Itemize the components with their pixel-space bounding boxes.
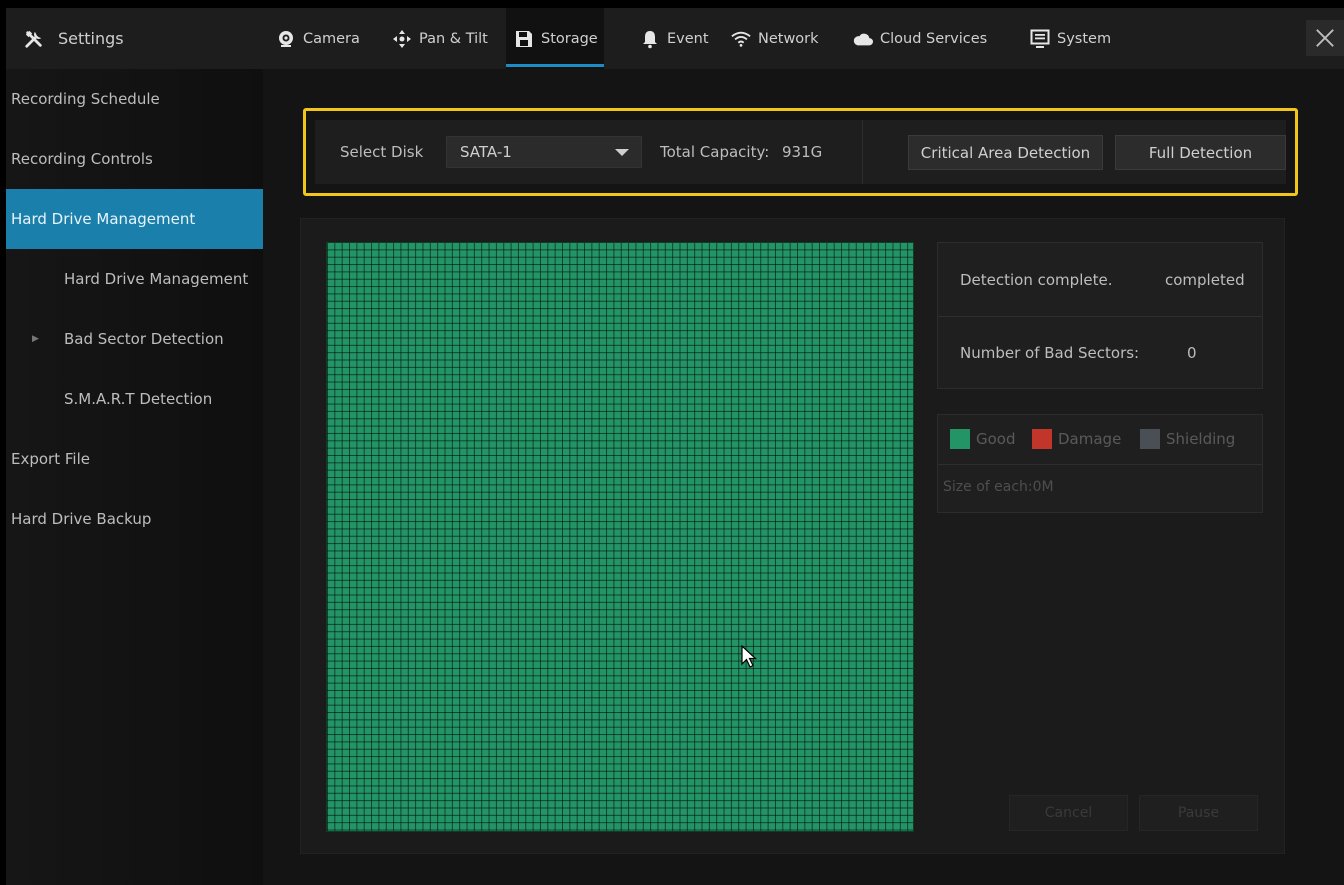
sidebar-item-hard-drive-backup[interactable]: Hard Drive Backup [6, 489, 263, 549]
bad-sectors-row: Number of Bad Sectors: 0 [938, 317, 1262, 389]
pan-tilt-icon [392, 29, 412, 49]
legend-damage-swatch [1032, 429, 1052, 449]
sidebar-item-label: Recording Schedule [11, 90, 160, 108]
critical-area-detection-button[interactable]: Critical Area Detection [908, 135, 1103, 170]
legend-good-swatch [950, 429, 970, 449]
sidebar-subitem-bad-sector-detection[interactable]: ▶ Bad Sector Detection [6, 309, 263, 369]
sidebar: Recording Schedule Recording Controls Ha… [6, 69, 263, 885]
select-disk-label: Select Disk [340, 143, 424, 161]
pause-button[interactable]: Pause [1139, 795, 1258, 831]
tab-cloud-services[interactable]: Cloud Services [853, 8, 987, 69]
storage-icon [514, 29, 534, 49]
full-detection-button[interactable]: Full Detection [1115, 135, 1286, 170]
disk-toolbar: Select Disk SATA-1 Total Capacity: 931G … [315, 120, 1286, 184]
close-button[interactable] [1306, 20, 1344, 56]
tab-network-label: Network [758, 30, 819, 47]
tab-camera[interactable]: Camera [276, 8, 360, 69]
close-icon [1315, 28, 1335, 48]
legend-shielding-label: Shielding [1166, 430, 1236, 448]
mouse-cursor-icon [741, 644, 758, 673]
caret-right-icon: ▶ [32, 334, 39, 344]
sidebar-item-label: Export File [11, 450, 90, 468]
detection-panel: Detection complete. completed Number of … [300, 218, 1285, 854]
tab-system-label: System [1057, 30, 1112, 47]
sidebar-item-label: Recording Controls [11, 150, 153, 168]
cancel-button[interactable]: Cancel [1009, 795, 1128, 831]
total-capacity-value: 931G [782, 143, 823, 161]
sidebar-item-label: Bad Sector Detection [64, 330, 224, 348]
detection-status-label: Detection complete. [960, 270, 1113, 289]
wifi-icon [731, 29, 751, 49]
settings-title: Settings [24, 8, 124, 69]
size-of-each-label: Size of each:0M [943, 479, 1054, 495]
legend-shielding-swatch [1140, 429, 1160, 449]
legend-damage-label: Damage [1058, 430, 1122, 448]
tab-pan-tilt-label: Pan & Tilt [419, 30, 488, 47]
legend-shielding: Shielding [1140, 429, 1235, 449]
sidebar-item-label: Hard Drive Backup [11, 510, 152, 528]
sidebar-item-label: S.M.A.R.T Detection [64, 390, 213, 408]
chevron-down-icon [615, 149, 629, 156]
disk-select[interactable]: SATA-1 [446, 136, 642, 168]
sidebar-subitem-hard-drive-management[interactable]: Hard Drive Management [6, 249, 263, 309]
legend-box: Good Damage Shielding Size of each:0M [937, 414, 1263, 513]
settings-label: Settings [58, 29, 124, 48]
tab-event-label: Event [667, 30, 709, 47]
bad-sectors-label: Number of Bad Sectors: [960, 344, 1140, 362]
camera-icon [276, 29, 296, 49]
tools-icon [24, 29, 44, 49]
tab-camera-label: Camera [303, 30, 360, 47]
sidebar-subitem-smart-detection[interactable]: S.M.A.R.T Detection [6, 369, 263, 429]
total-capacity-label: Total Capacity: [660, 143, 770, 161]
tab-storage[interactable]: Storage [506, 8, 604, 69]
legend-good-label: Good [976, 430, 1016, 448]
tab-network[interactable]: Network [731, 8, 819, 69]
sidebar-item-label: Hard Drive Management [64, 270, 249, 288]
monitor-icon [1030, 29, 1050, 49]
bell-icon [640, 29, 660, 49]
bad-sectors-value: 0 [1187, 344, 1197, 362]
legend-good: Good [950, 429, 1016, 449]
sector-grid-map [326, 242, 914, 832]
tab-system[interactable]: System [1030, 8, 1111, 69]
tab-pan-tilt[interactable]: Pan & Tilt [392, 8, 488, 69]
main-content: Select Disk SATA-1 Total Capacity: 931G … [263, 69, 1344, 885]
sidebar-item-label: Hard Drive Management [11, 210, 196, 228]
detection-status-box: Detection complete. completed Number of … [937, 242, 1263, 389]
tab-event[interactable]: Event [640, 8, 709, 69]
cloud-icon [853, 29, 873, 49]
disk-select-value: SATA-1 [460, 143, 512, 161]
top-nav-bar: Settings Camera Pan & Tilt Storage Event [6, 8, 1344, 69]
toolbar-divider [862, 120, 863, 184]
settings-window: Settings Camera Pan & Tilt Storage Event [6, 8, 1344, 885]
tab-cloud-services-label: Cloud Services [880, 30, 988, 47]
sidebar-item-recording-schedule[interactable]: Recording Schedule [6, 69, 263, 129]
tab-storage-label: Storage [541, 30, 598, 47]
detection-status-value: completed [1165, 270, 1245, 289]
legend-damage: Damage [1032, 429, 1121, 449]
sidebar-item-export-file[interactable]: Export File [6, 429, 263, 489]
divider [938, 464, 1262, 465]
detection-status-row: Detection complete. completed [938, 243, 1262, 316]
sidebar-item-recording-controls[interactable]: Recording Controls [6, 129, 263, 189]
sidebar-item-hard-drive-management[interactable]: Hard Drive Management [6, 189, 263, 249]
disk-toolbar-highlight: Select Disk SATA-1 Total Capacity: 931G … [303, 108, 1298, 196]
